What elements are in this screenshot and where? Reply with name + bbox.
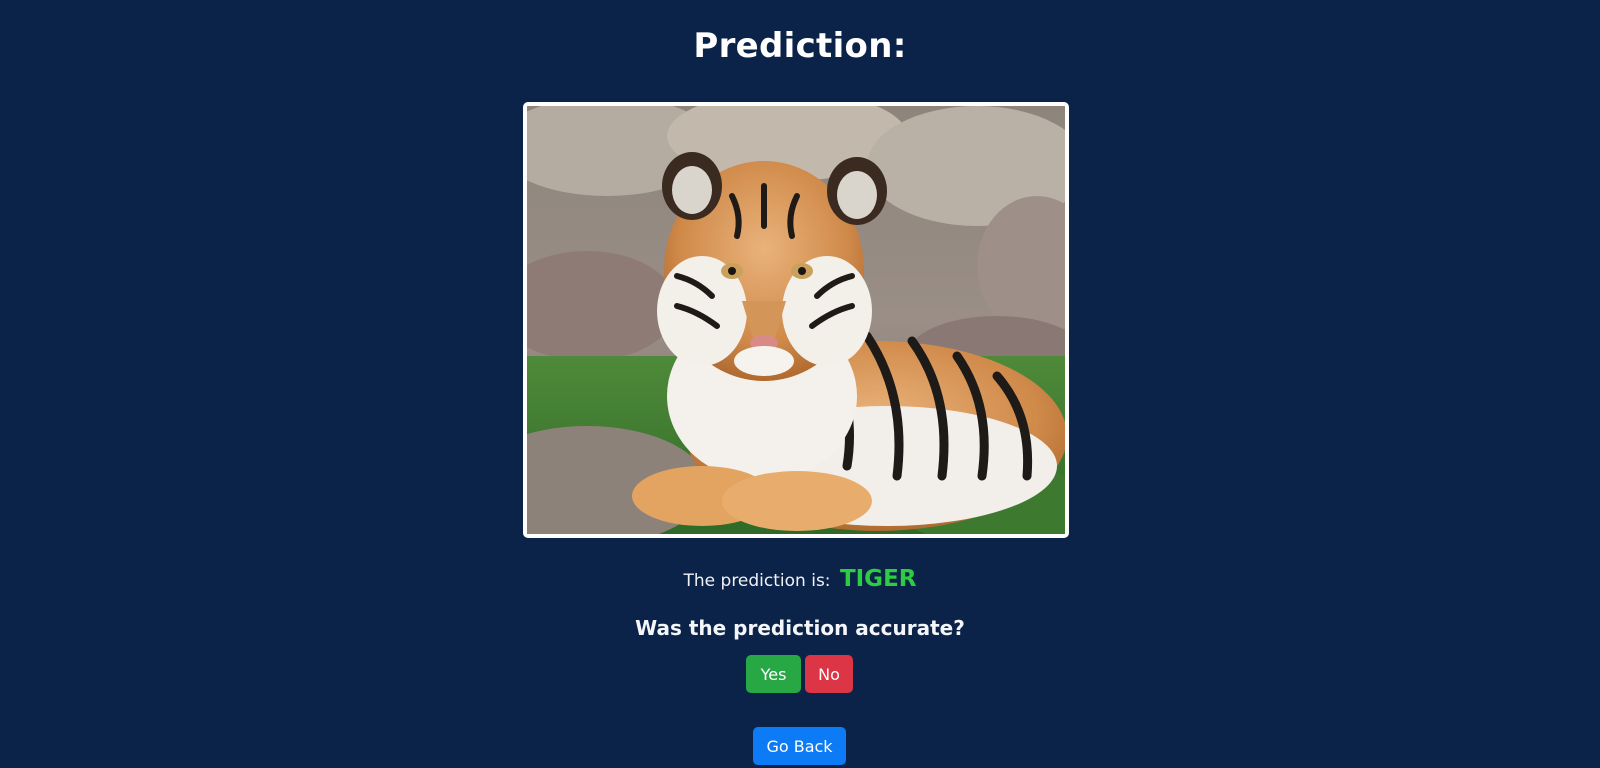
prediction-page: Prediction: The prediction is: TIGER Was…: [0, 0, 1600, 768]
uploaded-image: [523, 102, 1069, 538]
prediction-label: The prediction is:: [683, 571, 831, 591]
accuracy-question: Was the prediction accurate?: [635, 616, 965, 640]
go-back-button[interactable]: Go Back: [753, 727, 846, 765]
yes-button[interactable]: Yes: [746, 655, 801, 693]
no-button[interactable]: No: [805, 655, 853, 693]
prediction-value: TIGER: [839, 566, 917, 592]
tiger-photo: [527, 106, 1065, 534]
prediction-result: The prediction is: TIGER: [0, 566, 1600, 592]
page-title: Prediction:: [693, 26, 907, 66]
